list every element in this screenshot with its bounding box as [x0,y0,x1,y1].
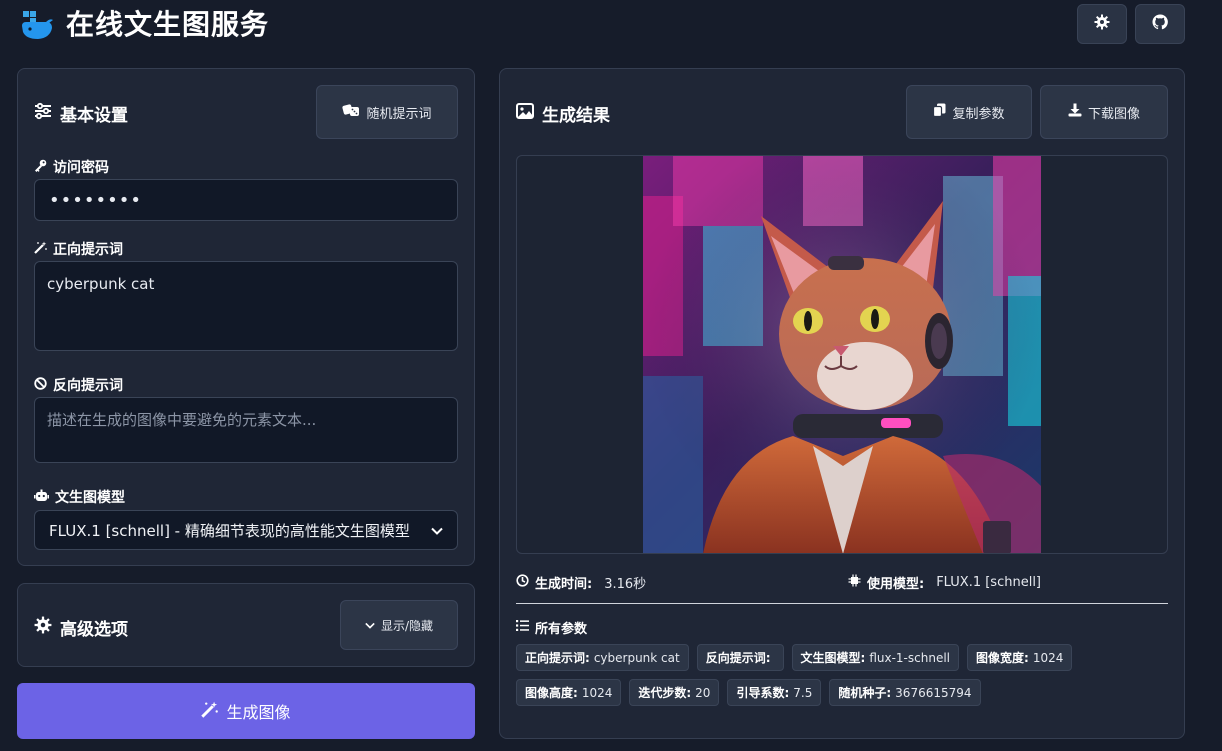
result-panel: 生成结果 复制参数 下载图像 生成时间: 3.16秒 使用模型: FLUX.1 … [499,68,1185,739]
generated-image[interactable] [643,156,1041,553]
password-label: 访问密码 [34,157,109,177]
basic-settings-title: 基本设置 [34,101,128,126]
param-chip: 引导系数: 7.5 [727,679,822,706]
magic-wand-icon [201,701,219,722]
advanced-options-title: 高级选项 [34,615,128,640]
param-chip: 迭代步数: 20 [629,679,720,706]
app: 在线文生图服务 基本设置 随机提示词 访问密码 •••••••• 正向提示词 c… [0,0,1222,751]
param-chip: 反向提示词: [696,644,784,671]
result-title: 生成结果 [516,101,610,126]
positive-prompt-label: 正向提示词 [34,239,123,259]
toggle-advanced-button[interactable]: 显示/隐藏 [340,600,458,650]
random-prompt-button[interactable]: 随机提示词 [316,85,458,139]
params-chip-list: 正向提示词: cyberpunk cat 反向提示词: 文生图模型: flux-1-… [516,644,1168,706]
used-model: 使用模型: FLUX.1 [schnell] [848,573,1041,592]
app-title: 在线文生图服务 [66,8,270,41]
generate-image-button[interactable]: 生成图像 [17,683,475,739]
chevron-down-icon [431,521,443,539]
github-icon [1152,14,1168,34]
param-chip: 正向提示词: cyberpunk cat [516,644,689,671]
robot-icon [34,489,49,506]
negative-prompt-label: 反向提示词 [34,375,123,395]
model-select[interactable]: FLUX.1 [schnell] - 精确细节表现的高性能文生图模型 [34,510,458,550]
password-input[interactable]: •••••••• [34,179,458,221]
gear-icon [1094,14,1110,34]
magic-wand-icon [34,241,47,258]
param-chip: 图像高度: 1024 [516,679,622,706]
all-params-title: 所有参数 [516,618,587,637]
generation-time: 生成时间: 3.16秒 [516,573,646,592]
chip-icon [848,574,861,591]
model-select-value: FLUX.1 [schnell] - 精确细节表现的高性能文生图模型 [49,521,410,540]
param-chip: 图像宽度: 1024 [967,644,1073,671]
copy-params-button[interactable]: 复制参数 [906,85,1032,139]
clock-icon [516,574,529,591]
model-label: 文生图模型 [34,487,125,507]
copy-icon [933,103,946,121]
list-icon [516,619,529,636]
basic-settings-panel: 基本设置 随机提示词 访问密码 •••••••• 正向提示词 cyberpunk… [17,68,475,566]
divider [516,603,1168,604]
key-icon [34,159,47,176]
dice-icon [342,103,360,121]
negative-prompt-input[interactable] [34,397,458,463]
sliders-icon [34,102,52,125]
download-icon [1068,103,1082,121]
param-chip: 随机种子: 3676615794 [829,679,981,706]
github-button[interactable] [1135,4,1185,44]
settings-button[interactable] [1077,4,1127,44]
header: 在线文生图服务 [0,0,1222,52]
download-image-button[interactable]: 下载图像 [1040,85,1168,139]
advanced-options-panel: 高级选项 显示/隐藏 [17,583,475,667]
result-image-frame [516,155,1168,554]
ban-icon [34,376,47,394]
whale-logo-icon [20,8,54,42]
image-icon [516,103,534,124]
cog-icon [34,616,52,639]
param-chip: 文生图模型: flux-1-schnell [791,644,959,671]
chevron-down-icon [365,618,375,632]
positive-prompt-input[interactable]: cyberpunk cat [34,261,458,351]
